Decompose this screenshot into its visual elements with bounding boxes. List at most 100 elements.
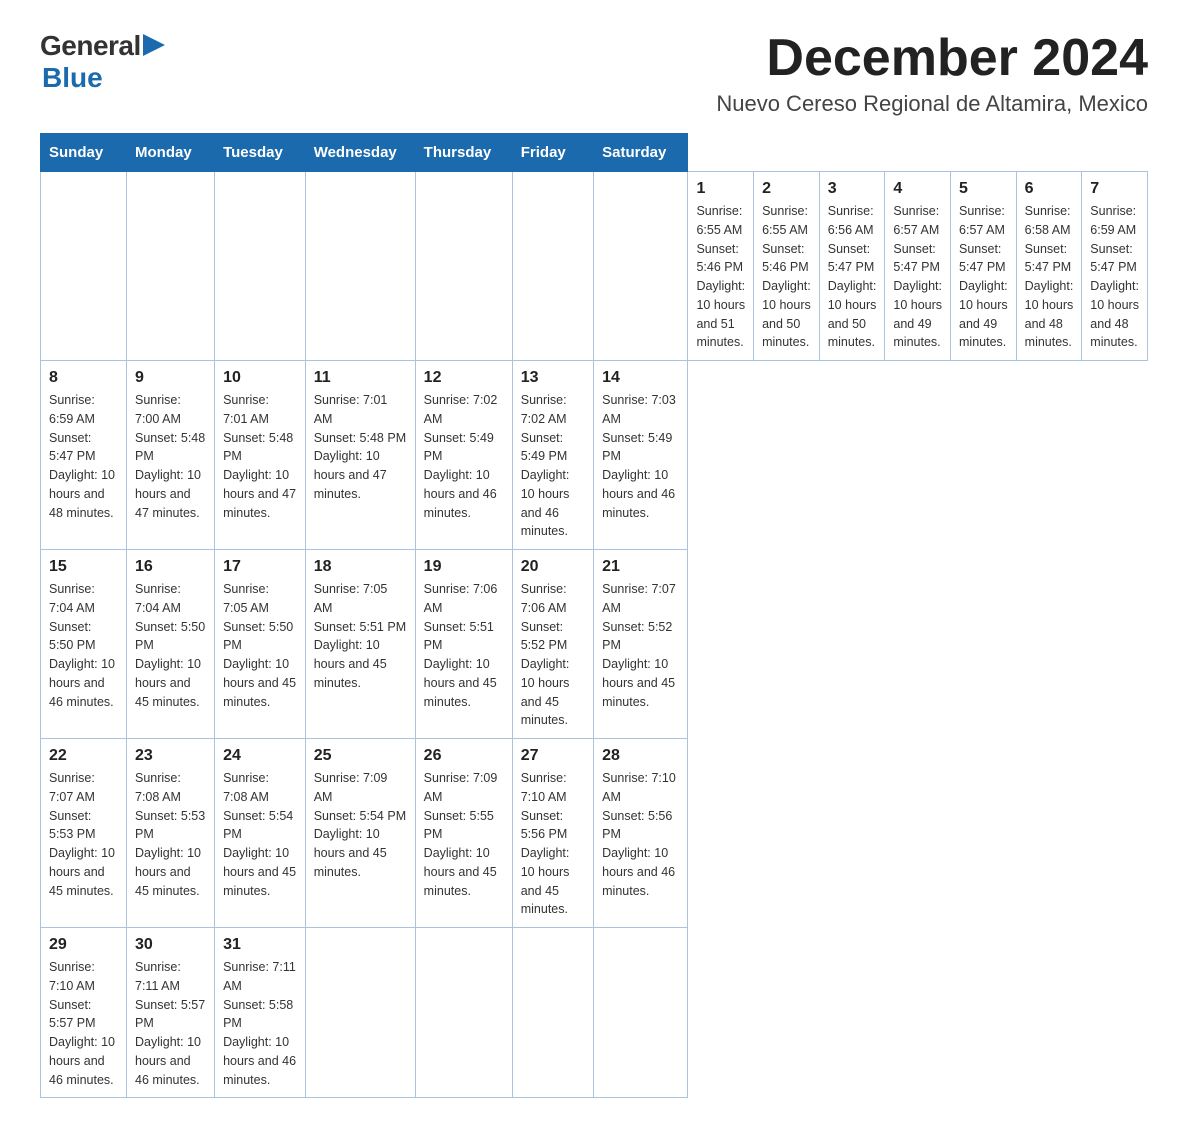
calendar-week-1: 1 Sunrise: 6:55 AM Sunset: 5:46 PM Dayli…	[41, 172, 1148, 361]
day-number: 25	[314, 747, 407, 765]
day-info: Sunrise: 6:57 AM Sunset: 5:47 PM Dayligh…	[959, 202, 1008, 352]
calendar-cell: 26 Sunrise: 7:09 AM Sunset: 5:55 PM Dayl…	[415, 739, 512, 928]
weekday-header-thursday: Thursday	[415, 134, 512, 172]
day-info: Sunrise: 7:00 AM Sunset: 5:48 PM Dayligh…	[135, 391, 206, 522]
logo-blue-text: Blue	[42, 62, 103, 94]
day-info: Sunrise: 7:06 AM Sunset: 5:52 PM Dayligh…	[521, 580, 585, 730]
day-number: 9	[135, 369, 206, 387]
day-info: Sunrise: 7:04 AM Sunset: 5:50 PM Dayligh…	[135, 580, 206, 711]
calendar-cell: 30 Sunrise: 7:11 AM Sunset: 5:57 PM Dayl…	[127, 928, 215, 1098]
calendar-cell: 23 Sunrise: 7:08 AM Sunset: 5:53 PM Dayl…	[127, 739, 215, 928]
day-info: Sunrise: 7:08 AM Sunset: 5:53 PM Dayligh…	[135, 769, 206, 900]
weekday-header-saturday: Saturday	[594, 134, 688, 172]
calendar-cell: 25 Sunrise: 7:09 AM Sunset: 5:54 PM Dayl…	[305, 739, 415, 928]
calendar-week-4: 22 Sunrise: 7:07 AM Sunset: 5:53 PM Dayl…	[41, 739, 1148, 928]
calendar-cell: 2 Sunrise: 6:55 AM Sunset: 5:46 PM Dayli…	[754, 172, 820, 361]
day-info: Sunrise: 7:10 AM Sunset: 5:56 PM Dayligh…	[521, 769, 585, 919]
day-number: 27	[521, 747, 585, 765]
day-info: Sunrise: 6:55 AM Sunset: 5:46 PM Dayligh…	[762, 202, 811, 352]
day-number: 11	[314, 369, 407, 387]
calendar-cell	[415, 172, 512, 361]
day-number: 26	[424, 747, 504, 765]
day-number: 14	[602, 369, 679, 387]
day-number: 3	[828, 180, 877, 198]
day-info: Sunrise: 7:07 AM Sunset: 5:52 PM Dayligh…	[602, 580, 679, 711]
calendar-cell: 7 Sunrise: 6:59 AM Sunset: 5:47 PM Dayli…	[1082, 172, 1148, 361]
day-number: 18	[314, 558, 407, 576]
day-number: 13	[521, 369, 585, 387]
title-block: December 2024 Nuevo Cereso Regional de A…	[716, 30, 1148, 117]
day-info: Sunrise: 7:06 AM Sunset: 5:51 PM Dayligh…	[424, 580, 504, 711]
calendar-cell: 29 Sunrise: 7:10 AM Sunset: 5:57 PM Dayl…	[41, 928, 127, 1098]
calendar-cell	[512, 172, 593, 361]
day-number: 20	[521, 558, 585, 576]
calendar-cell: 19 Sunrise: 7:06 AM Sunset: 5:51 PM Dayl…	[415, 550, 512, 739]
calendar-cell	[305, 928, 415, 1098]
calendar-cell: 16 Sunrise: 7:04 AM Sunset: 5:50 PM Dayl…	[127, 550, 215, 739]
day-info: Sunrise: 7:07 AM Sunset: 5:53 PM Dayligh…	[49, 769, 118, 900]
day-info: Sunrise: 7:02 AM Sunset: 5:49 PM Dayligh…	[424, 391, 504, 522]
day-info: Sunrise: 7:08 AM Sunset: 5:54 PM Dayligh…	[223, 769, 297, 900]
day-info: Sunrise: 7:01 AM Sunset: 5:48 PM Dayligh…	[223, 391, 297, 522]
calendar-cell: 20 Sunrise: 7:06 AM Sunset: 5:52 PM Dayl…	[512, 550, 593, 739]
calendar-cell: 15 Sunrise: 7:04 AM Sunset: 5:50 PM Dayl…	[41, 550, 127, 739]
calendar-cell	[512, 928, 593, 1098]
day-info: Sunrise: 7:05 AM Sunset: 5:51 PM Dayligh…	[314, 580, 407, 693]
day-info: Sunrise: 6:55 AM Sunset: 5:46 PM Dayligh…	[696, 202, 745, 352]
calendar-week-2: 8 Sunrise: 6:59 AM Sunset: 5:47 PM Dayli…	[41, 361, 1148, 550]
month-title: December 2024	[716, 30, 1148, 87]
day-number: 23	[135, 747, 206, 765]
calendar-cell: 8 Sunrise: 6:59 AM Sunset: 5:47 PM Dayli…	[41, 361, 127, 550]
calendar-cell: 27 Sunrise: 7:10 AM Sunset: 5:56 PM Dayl…	[512, 739, 593, 928]
calendar-cell	[594, 928, 688, 1098]
day-info: Sunrise: 6:57 AM Sunset: 5:47 PM Dayligh…	[893, 202, 942, 352]
day-number: 31	[223, 936, 297, 954]
day-number: 29	[49, 936, 118, 954]
calendar-cell: 24 Sunrise: 7:08 AM Sunset: 5:54 PM Dayl…	[215, 739, 306, 928]
day-number: 4	[893, 180, 942, 198]
calendar-cell: 21 Sunrise: 7:07 AM Sunset: 5:52 PM Dayl…	[594, 550, 688, 739]
day-info: Sunrise: 6:58 AM Sunset: 5:47 PM Dayligh…	[1025, 202, 1074, 352]
day-number: 24	[223, 747, 297, 765]
day-number: 7	[1090, 180, 1139, 198]
day-info: Sunrise: 7:03 AM Sunset: 5:49 PM Dayligh…	[602, 391, 679, 522]
weekday-header-friday: Friday	[512, 134, 593, 172]
calendar-cell	[215, 172, 306, 361]
day-number: 8	[49, 369, 118, 387]
calendar-cell: 4 Sunrise: 6:57 AM Sunset: 5:47 PM Dayli…	[885, 172, 951, 361]
day-number: 2	[762, 180, 811, 198]
calendar-cell: 3 Sunrise: 6:56 AM Sunset: 5:47 PM Dayli…	[819, 172, 885, 361]
weekday-header-tuesday: Tuesday	[215, 134, 306, 172]
calendar-week-3: 15 Sunrise: 7:04 AM Sunset: 5:50 PM Dayl…	[41, 550, 1148, 739]
day-info: Sunrise: 7:04 AM Sunset: 5:50 PM Dayligh…	[49, 580, 118, 711]
day-info: Sunrise: 7:09 AM Sunset: 5:55 PM Dayligh…	[424, 769, 504, 900]
day-number: 17	[223, 558, 297, 576]
day-number: 10	[223, 369, 297, 387]
calendar-cell: 6 Sunrise: 6:58 AM Sunset: 5:47 PM Dayli…	[1016, 172, 1082, 361]
calendar-cell: 28 Sunrise: 7:10 AM Sunset: 5:56 PM Dayl…	[594, 739, 688, 928]
day-number: 22	[49, 747, 118, 765]
day-info: Sunrise: 7:11 AM Sunset: 5:57 PM Dayligh…	[135, 958, 206, 1089]
logo-general-text: General	[40, 30, 141, 62]
calendar-cell: 22 Sunrise: 7:07 AM Sunset: 5:53 PM Dayl…	[41, 739, 127, 928]
day-info: Sunrise: 6:56 AM Sunset: 5:47 PM Dayligh…	[828, 202, 877, 352]
page-header: General Blue December 2024 Nuevo Cereso …	[40, 30, 1148, 117]
day-number: 1	[696, 180, 745, 198]
calendar-header-row: SundayMondayTuesdayWednesdayThursdayFrid…	[41, 134, 1148, 172]
calendar-cell	[305, 172, 415, 361]
calendar-week-5: 29 Sunrise: 7:10 AM Sunset: 5:57 PM Dayl…	[41, 928, 1148, 1098]
day-number: 15	[49, 558, 118, 576]
calendar-cell: 18 Sunrise: 7:05 AM Sunset: 5:51 PM Dayl…	[305, 550, 415, 739]
calendar-cell: 17 Sunrise: 7:05 AM Sunset: 5:50 PM Dayl…	[215, 550, 306, 739]
calendar-cell: 1 Sunrise: 6:55 AM Sunset: 5:46 PM Dayli…	[688, 172, 754, 361]
calendar-cell: 31 Sunrise: 7:11 AM Sunset: 5:58 PM Dayl…	[215, 928, 306, 1098]
calendar-cell: 11 Sunrise: 7:01 AM Sunset: 5:48 PM Dayl…	[305, 361, 415, 550]
day-info: Sunrise: 7:10 AM Sunset: 5:56 PM Dayligh…	[602, 769, 679, 900]
calendar-cell: 9 Sunrise: 7:00 AM Sunset: 5:48 PM Dayli…	[127, 361, 215, 550]
day-number: 30	[135, 936, 206, 954]
calendar-cell: 13 Sunrise: 7:02 AM Sunset: 5:49 PM Dayl…	[512, 361, 593, 550]
day-info: Sunrise: 7:09 AM Sunset: 5:54 PM Dayligh…	[314, 769, 407, 882]
location-title: Nuevo Cereso Regional de Altamira, Mexic…	[716, 91, 1148, 117]
day-info: Sunrise: 7:02 AM Sunset: 5:49 PM Dayligh…	[521, 391, 585, 541]
weekday-header-sunday: Sunday	[41, 134, 127, 172]
